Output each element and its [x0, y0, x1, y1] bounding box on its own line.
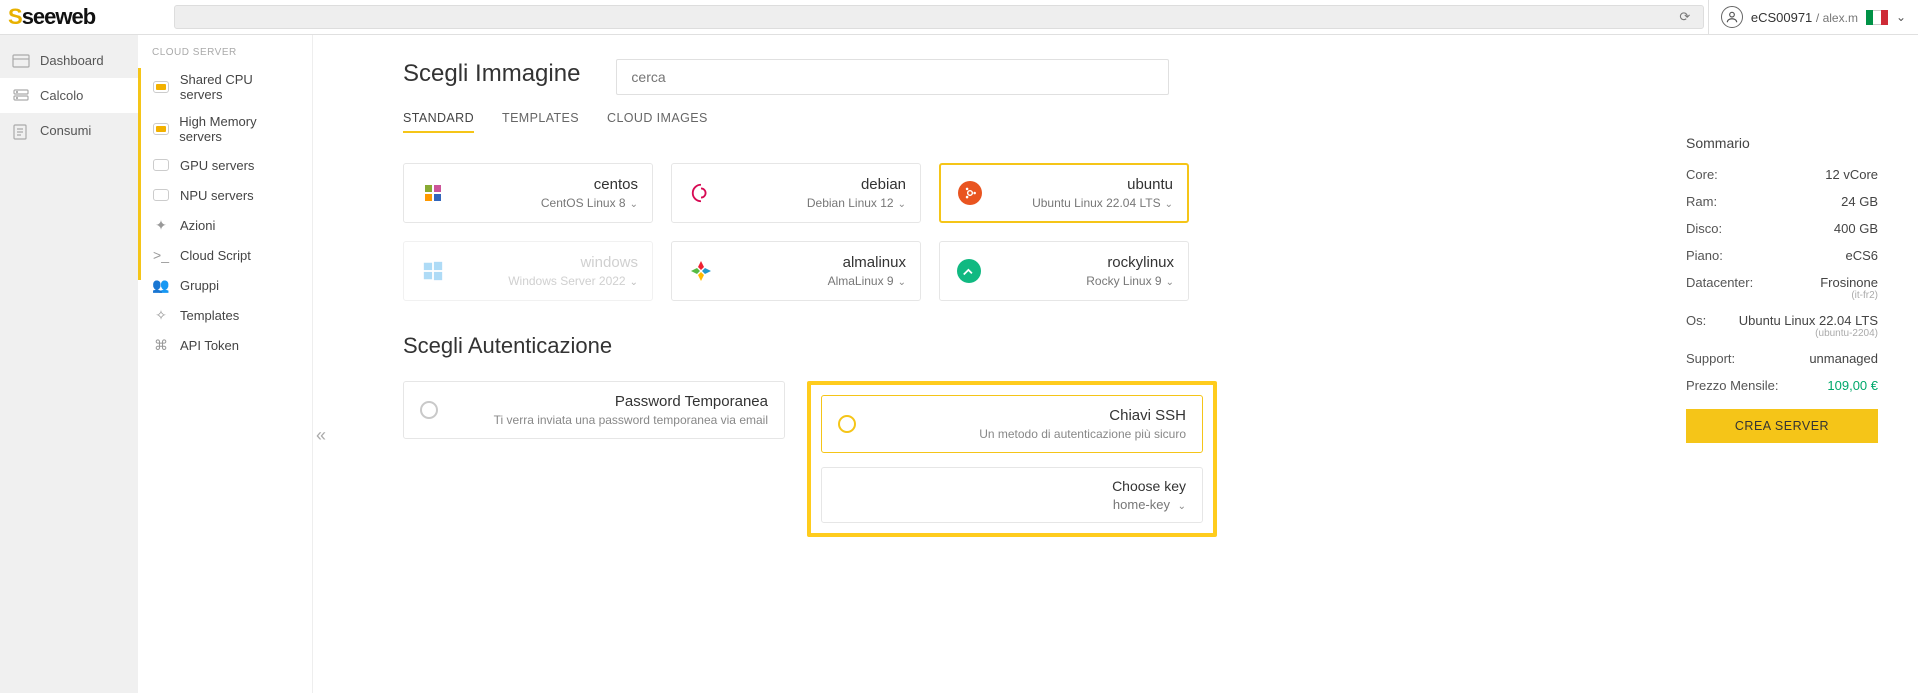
os-card-ubuntu[interactable]: ubuntuUbuntu Linux 22.04 LTS⌄	[939, 163, 1189, 223]
almalinux-icon	[686, 256, 716, 286]
image-search-input[interactable]	[629, 60, 1156, 94]
summary-row-piano: Piano:eCS6	[1686, 242, 1878, 269]
subnav-accent	[138, 68, 141, 280]
reload-icon[interactable]: ⟳	[1673, 9, 1697, 25]
subnav-item-templates[interactable]: ✧Templates	[138, 300, 312, 330]
subnav-item-high-memory[interactable]: High Memory servers	[138, 108, 312, 150]
subnav-item-gruppi[interactable]: 👥Gruppi	[138, 270, 312, 300]
billing-icon	[12, 124, 30, 138]
summary-row-datacenter: Datacenter:Frosinone(it-fr2)	[1686, 269, 1878, 307]
summary-row-ram: Ram:24 GB	[1686, 188, 1878, 215]
auth-option-password[interactable]: Password Temporanea Ti verra inviata una…	[403, 381, 785, 439]
sidebar-item-dashboard[interactable]: Dashboard	[0, 43, 138, 78]
radio-icon	[838, 415, 856, 433]
section-title-auth: Scegli Autenticazione	[403, 333, 1878, 359]
chevron-down-icon[interactable]: ⌄	[1178, 501, 1186, 512]
subnav-item-shared-cpu[interactable]: Shared CPU servers	[138, 66, 312, 108]
radio-icon	[420, 401, 438, 419]
rockylinux-icon	[954, 256, 984, 286]
summary-row-disco: Disco:400 GB	[1686, 215, 1878, 242]
subnav-item-api-token[interactable]: ⌘API Token	[138, 330, 312, 360]
actions-icon: ✦	[152, 216, 170, 234]
content-area: « Scegli Immagine STANDARD TEMPLATES CLO…	[313, 35, 1918, 693]
summary-row-price: Prezzo Mensile:109,00 €	[1686, 372, 1878, 399]
account-menu[interactable]: eCS00971 / alex.m ⌄	[1708, 0, 1918, 34]
sidebar-item-consumi[interactable]: Consumi	[0, 113, 138, 148]
chevron-down-icon[interactable]: ⌄	[898, 277, 906, 288]
chevron-down-icon[interactable]: ⌄	[898, 199, 906, 210]
summary-panel: Sommario Core:12 vCore Ram:24 GB Disco:4…	[1686, 135, 1878, 443]
image-tabs: STANDARD TEMPLATES CLOUD IMAGES	[403, 105, 1878, 133]
terminal-icon: >_	[152, 246, 170, 264]
chevron-down-icon[interactable]: ⌄	[1896, 10, 1906, 24]
summary-title: Sommario	[1686, 135, 1878, 151]
summary-row-support: Support:unmanaged	[1686, 345, 1878, 372]
subnav-item-npu[interactable]: NPU servers	[138, 180, 312, 210]
section-title-image: Scegli Immagine	[403, 60, 580, 88]
groups-icon: 👥	[152, 276, 170, 294]
windows-icon	[418, 256, 448, 286]
ssh-highlight: Chiavi SSH Un metodo di autenticazione p…	[807, 381, 1217, 537]
subnav-item-azioni[interactable]: ✦Azioni	[138, 210, 312, 240]
tab-templates[interactable]: TEMPLATES	[502, 105, 579, 133]
collapse-sidebar-button[interactable]: «	[313, 415, 330, 455]
summary-row-os: Os:Ubuntu Linux 22.04 LTS(ubuntu-2204)	[1686, 307, 1878, 345]
account-code: eCS00971 / alex.m	[1751, 10, 1858, 25]
secondary-sidebar: CLOUD SERVER Shared CPU servers High Mem…	[138, 35, 313, 693]
address-bar[interactable]: ⟳	[174, 5, 1704, 29]
chip-icon	[152, 78, 170, 96]
create-server-button[interactable]: CREA SERVER	[1686, 409, 1878, 443]
summary-row-core: Core:12 vCore	[1686, 161, 1878, 188]
subnav-item-cloud-script[interactable]: >_Cloud Script	[138, 240, 312, 270]
chevron-down-icon[interactable]: ⌄	[1166, 277, 1174, 288]
ssh-choose-key[interactable]: Choose key home-key ⌄	[821, 467, 1203, 523]
sidebar-item-label: Dashboard	[40, 53, 104, 68]
os-card-rockylinux[interactable]: rockylinuxRocky Linux 9⌄	[939, 241, 1189, 301]
chevron-down-icon[interactable]: ⌄	[1165, 199, 1173, 210]
os-card-debian[interactable]: debianDebian Linux 12⌄	[671, 163, 921, 223]
api-icon: ⌘	[152, 336, 170, 354]
user-icon	[1721, 6, 1743, 28]
chip-icon	[152, 120, 169, 138]
subnav-item-gpu[interactable]: GPU servers	[138, 150, 312, 180]
templates-icon: ✧	[152, 306, 170, 324]
primary-sidebar: Dashboard Calcolo Consumi	[0, 35, 138, 693]
chevron-down-icon[interactable]: ⌄	[630, 199, 638, 210]
image-search[interactable]	[616, 59, 1169, 95]
tab-cloud-images[interactable]: CLOUD IMAGES	[607, 105, 708, 133]
dashboard-icon	[12, 54, 30, 68]
chip-icon	[152, 156, 170, 174]
debian-icon	[686, 178, 716, 208]
compute-icon	[12, 89, 30, 103]
auth-option-ssh[interactable]: Chiavi SSH Un metodo di autenticazione p…	[821, 395, 1203, 453]
os-card-windows: windowsWindows Server 2022⌄	[403, 241, 653, 301]
flag-italy-icon[interactable]	[1866, 10, 1888, 25]
sidebar-item-calcolo[interactable]: Calcolo	[0, 78, 138, 113]
os-card-almalinux[interactable]: almalinuxAlmaLinux 9⌄	[671, 241, 921, 301]
centos-icon	[418, 178, 448, 208]
sidebar-item-label: Consumi	[40, 123, 91, 138]
ubuntu-icon	[955, 178, 985, 208]
os-card-centos[interactable]: centosCentOS Linux 8⌄	[403, 163, 653, 223]
chevron-down-icon: ⌄	[630, 277, 638, 288]
tab-standard[interactable]: STANDARD	[403, 105, 474, 133]
brand-logo[interactable]: Sseeweb	[0, 0, 170, 34]
subnav-header: CLOUD SERVER	[138, 43, 312, 66]
address-input[interactable]	[181, 9, 1673, 26]
os-grid: centosCentOS Linux 8⌄ debianDebian Linux…	[403, 163, 1198, 301]
sidebar-item-label: Calcolo	[40, 88, 83, 103]
chip-icon	[152, 186, 170, 204]
